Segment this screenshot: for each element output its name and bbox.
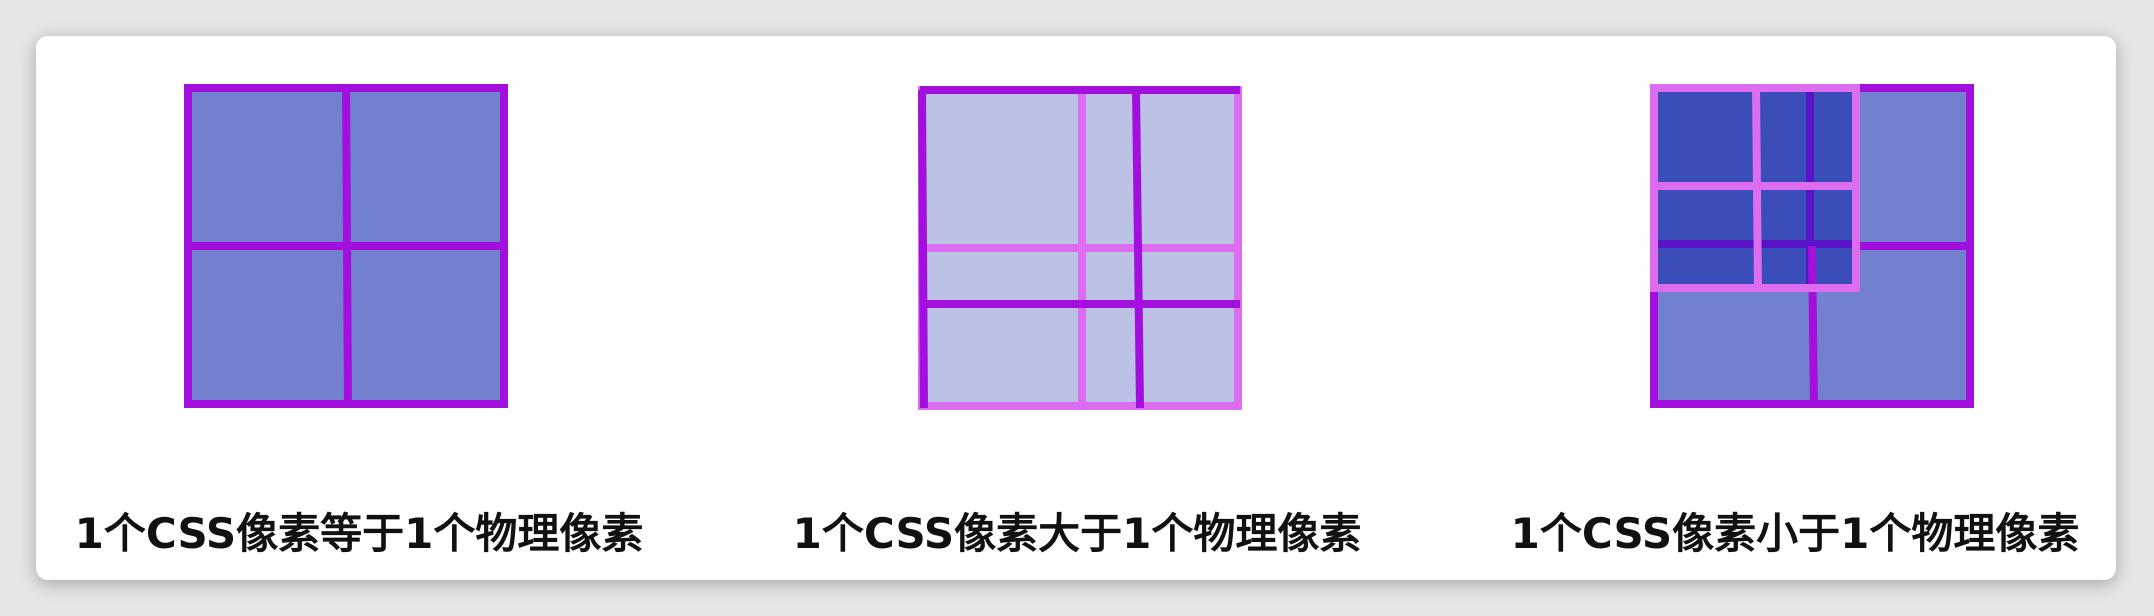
smaller-v-line (1808, 245, 1818, 405)
panel-larger (918, 86, 1242, 410)
caption-equal: 1个CSS像素等于1个物理像素 (74, 509, 644, 558)
larger-left-line (918, 89, 928, 409)
caption-larger: 1个CSS像素大于1个物理像素 (792, 509, 1362, 558)
caption-smaller: 1个CSS像素小于1个物理像素 (1510, 509, 2080, 558)
panel-equal (184, 84, 508, 408)
larger-v-line (1132, 89, 1144, 409)
panel-smaller (1650, 84, 1974, 408)
